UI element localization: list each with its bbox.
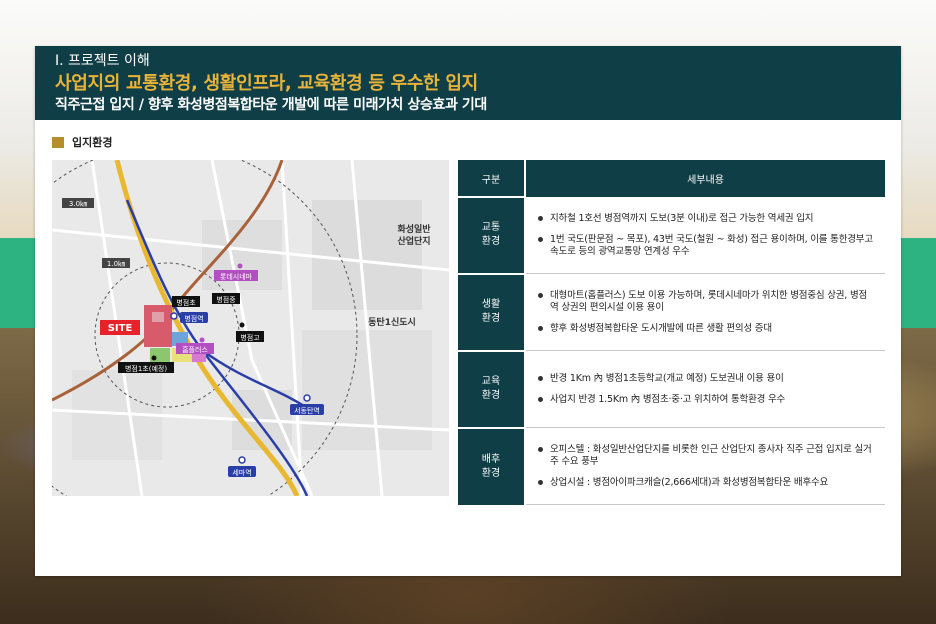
- location-table: 구분 세부내용 교통 환경 지하철 1호선 병점역까지 도보(3분 이내)로 접근 …: [458, 160, 885, 505]
- radius-inner-label: 1.0㎞: [107, 260, 125, 268]
- table-row: 배후 환경 오피스텔 : 화성일반산업단지를 비롯한 인근 산업단지 종사자 직주 …: [458, 426, 885, 505]
- bullet-icon: [538, 292, 543, 298]
- detail-item: 향후 화성병점복합타운 도시개발에 따른 생활 편의성 증대: [538, 323, 875, 335]
- detail-text: 향후 화성병점복합타운 도시개발에 따른 생활 편의성 증대: [550, 322, 772, 334]
- detail-text: 사업지 반경 1.5Km 內 병점초·중·고 위치하여 통학환경 우수: [550, 393, 786, 405]
- row-category: 생활 환경: [458, 272, 526, 351]
- table-header-detail: 세부내용: [525, 160, 885, 197]
- detail-text: 1번 국도(판문점 ~ 목포), 43번 국도(철원 ~ 화성) 접근 용이하며…: [550, 233, 873, 257]
- detail-text: 오피스텔 : 화성일반산업단지를 비롯한 인근 산업단지 종사자 직주 근접 입…: [550, 443, 872, 467]
- site-label: SITE: [108, 323, 133, 334]
- detail-item: 지하철 1호선 병점역까지 도보(3분 이내)로 접근 가능한 역세권 입지: [538, 213, 875, 225]
- detail-item: 오피스텔 : 화성일반산업단지를 비롯한 인근 산업단지 종사자 직주 근접 입…: [538, 444, 875, 468]
- detail-text: 반경 1Km 內 병점1초등학교(개교 예정) 도보권내 이용 용이: [550, 372, 784, 384]
- label-byeongjeom-high: 병점고: [240, 333, 260, 342]
- label-byeongjeom-station: 병점역: [184, 314, 203, 323]
- label-dongtan-new-town: 동탄1신도시: [368, 316, 416, 328]
- label-byeongjeom-1-el: 병점1초(예정): [125, 364, 167, 373]
- bullet-icon: [538, 446, 543, 452]
- label-hwaseong-industrial-2: 산업단지: [397, 235, 430, 247]
- label-byeongjeom-mid: 병점중: [216, 295, 236, 304]
- table-row: 교통 환경 지하철 1호선 병점역까지 도보(3분 이내)로 접근 가능한 역세권 …: [458, 196, 885, 274]
- row-details: 반경 1Km 內 병점1초등학교(개교 예정) 도보권내 이용 용이사업지 반경…: [525, 350, 885, 428]
- section-label-text: 입지환경: [72, 136, 113, 149]
- radius-outer-label: 3.0㎞: [69, 200, 87, 208]
- label-hwaseong-industrial-1: 화성일반: [397, 223, 431, 235]
- label-seodongtan-station: 서동탄역: [294, 406, 320, 415]
- detail-item: 사업지 반경 1.5Km 內 병점초·중·고 위치하여 통학환경 우수: [538, 394, 875, 406]
- bullet-icon: [538, 396, 543, 402]
- bullet-icon: [538, 215, 543, 221]
- label-byeongjeom-el: 병점초: [176, 298, 196, 307]
- page-subtitle: 직주근접 입지 / 향후 화성병점복합타운 개발에 따른 미래가치 상승효과 기…: [55, 97, 487, 113]
- row-details: 지하철 1호선 병점역까지 도보(3분 이내)로 접근 가능한 역세권 입지 1번…: [525, 197, 885, 274]
- detail-item: 반경 1Km 內 병점1초등학교(개교 예정) 도보권내 이용 용이: [538, 373, 875, 385]
- row-category: 교통 환경: [458, 196, 526, 274]
- bullet-icon: [538, 375, 543, 381]
- detail-text: 지하철 1호선 병점역까지 도보(3분 이내)로 접근 가능한 역세권 입지: [550, 212, 814, 224]
- bullet-icon: [538, 325, 543, 331]
- detail-text: 대형마트(홈플러스) 도보 이용 가능하며, 롯데시네마가 위치한 병점중심 상…: [550, 289, 868, 313]
- row-details: 오피스텔 : 화성일반산업단지를 비롯한 인근 산업단지 종사자 직주 근접 입…: [525, 427, 885, 505]
- table-row: 교육 환경 반경 1Km 內 병점1초등학교(개교 예정) 도보권내 이용 용이 사업…: [458, 349, 885, 428]
- label-sema-station: 세마역: [232, 468, 251, 477]
- location-map: 3.0㎞ 1.0㎞ SITE 병점초 병점중 병점고 병점1초(예정) 롯데시네…: [52, 160, 449, 496]
- bullet-icon: [538, 479, 543, 485]
- row-category: 교육 환경: [458, 349, 526, 428]
- detail-item: 대형마트(홈플러스) 도보 이용 가능하며, 롯데시네마가 위치한 병점중심 상…: [538, 290, 875, 314]
- label-lotte-cinema: 롯데시네마: [220, 272, 253, 281]
- slide-header: Ⅰ. 프로젝트 이해 사업지의 교통환경, 생활인프라, 교육환경 등 우수한 …: [35, 46, 901, 120]
- slide-card: Ⅰ. 프로젝트 이해 사업지의 교통환경, 생활인프라, 교육환경 등 우수한 …: [35, 46, 901, 576]
- detail-text: 상업시설 : 병점아이파크캐슬(2,666세대)과 화성병점복합타운 배후수요: [550, 476, 829, 488]
- label-homeplus: 홈플러스: [182, 345, 208, 354]
- table-header-category: 구분: [458, 160, 526, 197]
- section-label: 입지환경: [52, 134, 112, 150]
- table-row: 생활 환경 대형마트(홈플러스) 도보 이용 가능하며, 롯데시네마가 위치한 병점…: [458, 272, 885, 351]
- map-svg: 3.0㎞ 1.0㎞ SITE 병점초 병점중 병점고 병점1초(예정) 롯데시네…: [52, 160, 449, 496]
- detail-item: 1번 국도(판문점 ~ 목포), 43번 국도(철원 ~ 화성) 접근 용이하며…: [538, 234, 875, 258]
- row-details: 대형마트(홈플러스) 도보 이용 가능하며, 롯데시네마가 위치한 병점중심 상…: [525, 273, 885, 351]
- page-title: 사업지의 교통환경, 생활인프라, 교육환경 등 우수한 입지: [55, 73, 478, 94]
- row-category: 배후 환경: [458, 426, 526, 505]
- section-heading: Ⅰ. 프로젝트 이해: [55, 53, 150, 69]
- detail-item: 상업시설 : 병점아이파크캐슬(2,666세대)과 화성병점복합타운 배후수요: [538, 477, 875, 489]
- square-bullet-icon: [52, 136, 64, 148]
- bullet-icon: [538, 236, 543, 242]
